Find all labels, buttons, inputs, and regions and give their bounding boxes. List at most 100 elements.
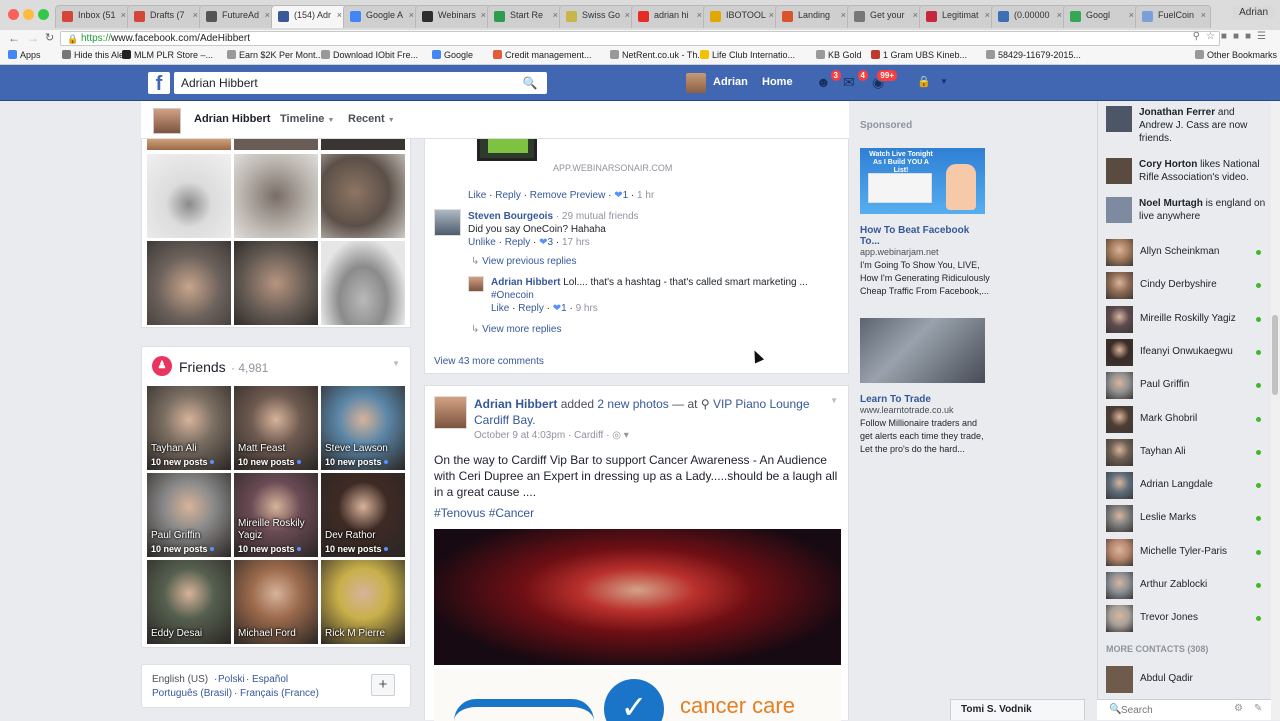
- close-tab-icon[interactable]: ×: [985, 10, 990, 20]
- bookmark-item[interactable]: Google: [432, 50, 473, 60]
- reply-author-link[interactable]: Adrian Hibbert: [491, 277, 560, 288]
- facebook-logo[interactable]: f: [148, 72, 170, 95]
- photo-thumbnail[interactable]: [321, 154, 405, 238]
- browser-tab[interactable]: Inbox (51 ×: [55, 5, 131, 28]
- chat-contact[interactable]: Mark Ghobril: [1106, 405, 1261, 434]
- like-link[interactable]: Like: [491, 303, 509, 314]
- close-tab-icon[interactable]: ×: [769, 10, 774, 20]
- chat-contact[interactable]: Tayhan Ali: [1106, 438, 1261, 467]
- close-tab-icon[interactable]: ×: [265, 10, 270, 20]
- nav-home-link[interactable]: Home: [761, 76, 793, 88]
- close-tab-icon[interactable]: ×: [913, 10, 918, 20]
- nav-profile-link[interactable]: Adrian: [713, 76, 748, 88]
- timeline-menu[interactable]: Timeline ▼: [280, 113, 334, 125]
- language-link-espanol[interactable]: Español: [252, 674, 288, 685]
- bookmark-item[interactable]: Other Bookmarks: [1195, 50, 1277, 60]
- link-preview-url[interactable]: APP.WEBINARSONAIR.COM: [553, 163, 672, 173]
- post-photo[interactable]: [434, 529, 841, 665]
- friend-requests-icon[interactable]: ☻ 3: [816, 69, 842, 90]
- browser-tab[interactable]: Google A ×: [343, 5, 419, 28]
- account-menu-chevron-icon[interactable]: ▼: [940, 74, 958, 90]
- bookmark-item[interactable]: Earn $2K Per Mont...: [227, 50, 323, 60]
- bookmark-item[interactable]: Hide this Alert: [62, 50, 130, 60]
- photo-thumbnail[interactable]: [147, 139, 231, 150]
- close-tab-icon[interactable]: ×: [1057, 10, 1062, 20]
- reply-link[interactable]: Reply: [505, 237, 531, 248]
- hashtag-link[interactable]: #Onecoin: [491, 290, 534, 301]
- messages-icon[interactable]: ✉ 4: [843, 69, 869, 90]
- audience-globe-icon[interactable]: ◎ ▾: [612, 430, 629, 441]
- avatar[interactable]: [434, 396, 467, 429]
- maximize-window-icon[interactable]: [38, 9, 49, 20]
- browser-tab[interactable]: FutureAd ×: [199, 5, 275, 28]
- photo-thumbnail[interactable]: [234, 241, 318, 325]
- language-link-polski[interactable]: Polski: [218, 674, 245, 685]
- browser-tab[interactable]: Start Re ×: [487, 5, 563, 28]
- recent-menu[interactable]: Recent ▼: [348, 113, 395, 125]
- facebook-search-input[interactable]: [174, 72, 547, 94]
- gear-icon[interactable]: ⚙: [1234, 703, 1243, 714]
- new-photos-link[interactable]: 2 new photos: [597, 397, 668, 411]
- comment-author-link[interactable]: Steven Bourgeois: [468, 211, 553, 222]
- browser-tab[interactable]: Swiss Go ×: [559, 5, 635, 28]
- reload-icon[interactable]: ↻: [45, 31, 54, 44]
- photo-thumbnail[interactable]: [321, 241, 405, 325]
- profile-name-link[interactable]: Adrian Hibbert: [194, 113, 270, 125]
- ad-url[interactable]: www.learntotrade.co.uk: [860, 405, 990, 415]
- notifications-icon[interactable]: ◉ 99+: [872, 69, 898, 90]
- friend-tile[interactable]: Matt Feast 10 new posts: [234, 386, 318, 470]
- bookmark-item[interactable]: MLM PLR Store –...: [122, 50, 213, 60]
- close-tab-icon[interactable]: ×: [553, 10, 558, 20]
- reply-link[interactable]: Reply: [518, 303, 544, 314]
- post-timestamp[interactable]: October 9 at 4:03pm · Cardiff ·: [474, 430, 609, 441]
- chat-contact[interactable]: Allyn Scheinkman: [1106, 239, 1261, 267]
- chat-contact[interactable]: Mireille Roskilly Yagiz: [1106, 305, 1261, 334]
- forward-icon[interactable]: →: [27, 31, 39, 45]
- photo-thumbnail[interactable]: [234, 139, 318, 150]
- photo-thumbnail[interactable]: [321, 139, 405, 150]
- like-link[interactable]: Like: [468, 190, 486, 201]
- browser-tab[interactable]: Landing ×: [775, 5, 851, 28]
- close-tab-icon[interactable]: ×: [625, 10, 630, 20]
- avatar[interactable]: [434, 209, 461, 236]
- chat-contact[interactable]: Leslie Marks: [1106, 505, 1261, 533]
- friend-tile[interactable]: Tayhan Ali 10 new posts: [147, 386, 231, 470]
- profile-thumbnail[interactable]: [153, 108, 181, 134]
- ad-title-link[interactable]: How To Beat Facebook To...: [860, 225, 990, 247]
- link-preview-image[interactable]: [477, 139, 537, 161]
- chat-contact[interactable]: Adrian Langdale: [1106, 472, 1261, 500]
- view-previous-replies-link[interactable]: View previous replies: [482, 256, 576, 267]
- avatar[interactable]: [468, 276, 484, 292]
- chat-contact[interactable]: Ifeanyi Onwukaegwu: [1106, 338, 1261, 367]
- browser-tab[interactable]: (154) Adr ×: [271, 5, 347, 28]
- close-tab-icon[interactable]: ×: [841, 10, 846, 20]
- bookmark-item[interactable]: 1 Gram UBS Kineb...: [871, 50, 967, 60]
- bookmark-item[interactable]: Life Club Internatio...: [700, 50, 795, 60]
- bookmark-item[interactable]: Download IObit Fre...: [321, 50, 418, 60]
- remove-preview-link[interactable]: Remove Preview: [530, 190, 606, 201]
- scrollbar[interactable]: [1271, 101, 1280, 720]
- chat-contact[interactable]: Trevor Jones: [1106, 605, 1261, 633]
- close-tab-icon[interactable]: ×: [337, 10, 342, 20]
- compose-icon[interactable]: ✎: [1254, 703, 1262, 714]
- open-chat-tab[interactable]: Tomi S. Vodnik: [950, 699, 1085, 720]
- photo-thumbnail[interactable]: [147, 241, 231, 325]
- friend-tile[interactable]: Paul Griffin 10 new posts: [147, 473, 231, 557]
- close-tab-icon[interactable]: ×: [409, 10, 414, 20]
- ad-title-link[interactable]: Learn To Trade: [860, 394, 990, 405]
- browser-tab[interactable]: Legitimat ×: [919, 5, 995, 28]
- unlike-link[interactable]: Unlike: [468, 237, 496, 248]
- scrollbar-thumb[interactable]: [1272, 315, 1278, 395]
- bookmark-item[interactable]: Apps: [8, 50, 41, 60]
- bookmark-item[interactable]: NetRent.co.uk - Th...: [610, 50, 705, 60]
- extension-icons[interactable]: ⚲☆■■■☰: [1193, 31, 1272, 42]
- post-options-chevron-icon[interactable]: ▼: [830, 396, 838, 405]
- friend-tile[interactable]: Eddy Desai: [147, 560, 231, 644]
- bookmark-item[interactable]: 58429-11679-2015...: [986, 50, 1081, 60]
- url-input[interactable]: 🔒 https://www.facebook.com/AdeHibbert: [60, 31, 1220, 46]
- browser-tab[interactable]: Drafts (7 ×: [127, 5, 203, 28]
- chat-contact[interactable]: Arthur Zablocki: [1106, 572, 1261, 600]
- close-tab-icon[interactable]: ×: [481, 10, 486, 20]
- post-photo[interactable]: ✓ cancer care: [434, 669, 841, 721]
- bookmark-item[interactable]: KB Gold: [816, 50, 862, 60]
